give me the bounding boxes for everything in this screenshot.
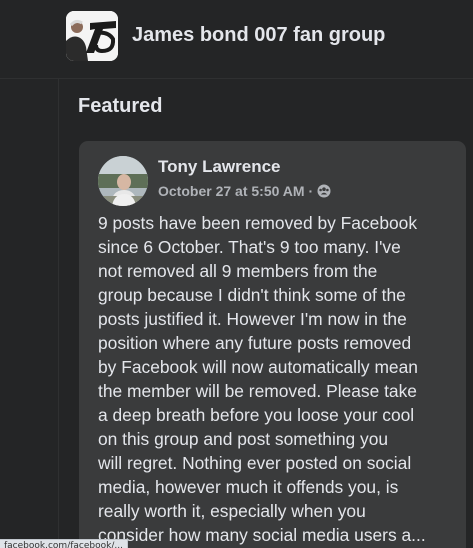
group-title[interactable]: James bond 007 fan group xyxy=(132,24,385,47)
link-status-bar: facebook.com/facebook/... xyxy=(0,539,128,548)
post-body-see-more-line[interactable]: consider how many social media users a..… xyxy=(98,523,453,547)
post-body-line: 9 posts have been removed by Facebook xyxy=(98,213,418,233)
post-author-name[interactable]: Tony Lawrence xyxy=(158,157,281,177)
post-body-line: a deep breath before you loose your cool xyxy=(98,405,415,425)
featured-heading: Featured xyxy=(78,95,163,117)
meta-separator: · xyxy=(308,183,314,199)
left-panel xyxy=(0,79,58,548)
post-body-line: position where any future posts removed xyxy=(98,333,412,353)
group-avatar[interactable] xyxy=(66,11,118,61)
post-body-line: since 6 October. That's 9 too many. I've xyxy=(98,237,401,257)
post-body-line: by Facebook will now automatically mean xyxy=(98,357,418,377)
page: James bond 007 fan group Featured Tony L… xyxy=(0,0,473,548)
post-meta: October 27 at 5:50 AM · xyxy=(158,183,331,199)
post-body: 9 posts have been removed by Facebook si… xyxy=(98,211,453,547)
post-body-line: the member will be removed. Please take xyxy=(98,381,417,401)
post-body-line: posts justified it. However I'm now in t… xyxy=(98,309,407,329)
author-photo-icon xyxy=(98,156,148,206)
post-timestamp[interactable]: October 27 at 5:50 AM xyxy=(158,183,305,199)
post-body-line: really worth it, especially when you xyxy=(98,501,366,521)
post-body-line: not removed all 9 members from the xyxy=(98,261,378,281)
author-avatar[interactable] xyxy=(98,156,148,206)
group-members-icon[interactable] xyxy=(317,184,331,198)
post-body-line: group because I didn't think some of the xyxy=(98,285,406,305)
post-body-line: on this group and post something you xyxy=(98,429,389,449)
post-body-line: media, however much it offends you, is xyxy=(98,477,399,497)
post-body-line: will regret. Nothing ever posted on soci… xyxy=(98,453,412,473)
group-cover-thumbnail-icon xyxy=(66,11,118,61)
